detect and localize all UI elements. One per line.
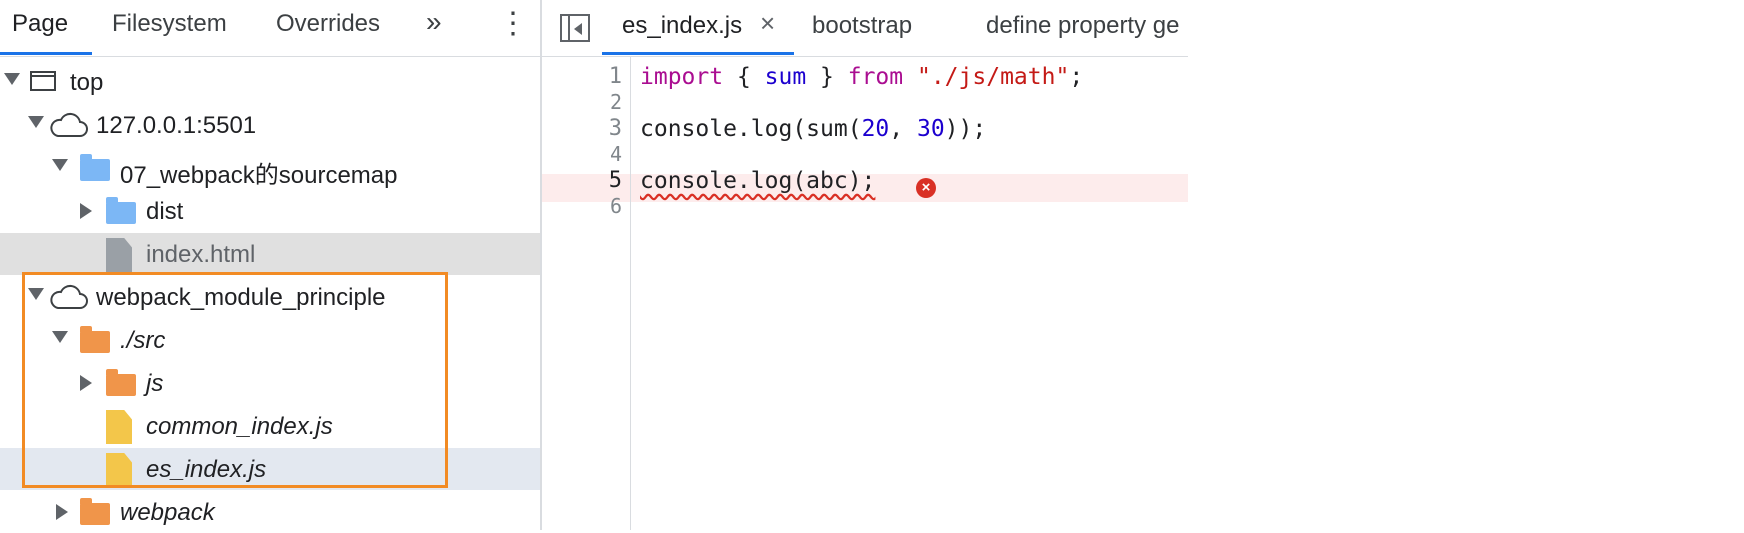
tree-item-label: webpack (120, 499, 215, 526)
code-token: , (889, 116, 917, 142)
tree-item-label: dist (146, 198, 184, 225)
tab-page[interactable]: Page (12, 10, 68, 38)
cloud-icon (50, 112, 88, 137)
line-number: 1 (608, 64, 622, 89)
tree-item-label: 07_webpack的sourcemap (120, 162, 398, 189)
code-editor: es_index.js × bootstrap define property … (542, 0, 1188, 530)
tree-item-folder[interactable]: 07_webpack的sourcemap (0, 147, 540, 189)
expand-arrow-icon[interactable] (28, 116, 44, 128)
code-line-1[interactable]: import { sum } from "./js/math"; (640, 64, 1083, 90)
line-number: 4 (609, 142, 622, 166)
tree-item-label: 127.0.0.1:5501 (96, 112, 257, 139)
code-token: "./js/math" (916, 64, 1070, 90)
error-icon[interactable]: × (916, 178, 936, 198)
code-token: 20 (861, 116, 890, 142)
active-tab-indicator (602, 52, 794, 55)
tree-item-label: top (70, 69, 104, 96)
collapse-arrow-icon[interactable] (56, 504, 68, 520)
code-token: } (806, 64, 848, 90)
editor-tab-es-index[interactable]: es_index.js (622, 12, 742, 40)
more-tabs-icon[interactable]: » (426, 6, 442, 38)
line-number: 3 (608, 116, 622, 141)
code-token: 30 (916, 116, 945, 142)
sources-navigator: Page Filesystem Overrides » ⋮ top 127.0.… (0, 0, 540, 530)
toggle-navigator-icon[interactable] (560, 14, 590, 42)
code-line-3[interactable]: console.log(sum(20, 30)); (640, 116, 986, 142)
frame-icon (30, 71, 56, 91)
tree-item-origin[interactable]: 127.0.0.1:5501 (0, 104, 540, 146)
expand-arrow-icon[interactable] (52, 159, 68, 171)
folder-icon (80, 154, 110, 181)
tree-item-label: index.html (146, 241, 256, 268)
code-token: )); (944, 116, 987, 142)
code-token: console.log(abc); (640, 168, 876, 194)
editor-tab-bootstrap[interactable]: bootstrap (812, 12, 912, 40)
line-number: 2 (609, 90, 622, 114)
code-token: console.log(sum( (640, 116, 862, 142)
highlight-box (22, 272, 448, 488)
code-token: from (847, 64, 904, 90)
code-token: import (640, 64, 724, 90)
close-icon[interactable]: × (760, 8, 775, 39)
tree-item-file[interactable]: index.html (0, 233, 540, 275)
collapse-arrow-icon[interactable] (80, 203, 92, 219)
line-number: 5 (608, 168, 622, 193)
editor-tabbar: es_index.js × bootstrap define property … (542, 0, 1188, 57)
editor-tab-define-property[interactable]: define property ge (986, 12, 1179, 40)
more-options-icon[interactable]: ⋮ (498, 6, 528, 41)
tree-item-folder[interactable]: dist (0, 190, 540, 232)
navigator-tabbar: Page Filesystem Overrides » ⋮ (0, 0, 540, 57)
code-token: { (723, 64, 765, 90)
code-line-5[interactable]: console.log(abc); (640, 168, 875, 194)
folder-icon (80, 498, 110, 525)
active-tab-indicator (0, 52, 92, 55)
code-token: sum (764, 64, 807, 90)
folder-icon (106, 197, 136, 224)
line-number: 6 (609, 194, 622, 218)
tree-item-top[interactable]: top (0, 61, 540, 103)
file-icon (106, 238, 132, 272)
tab-overrides[interactable]: Overrides (276, 10, 380, 38)
tree-item-folder[interactable]: webpack (0, 491, 540, 533)
tab-filesystem[interactable]: Filesystem (112, 10, 227, 38)
code-token: ; (1069, 64, 1084, 90)
expand-arrow-icon[interactable] (4, 73, 20, 85)
line-number-gutter: 1 2 3 4 5 6 (542, 56, 631, 530)
